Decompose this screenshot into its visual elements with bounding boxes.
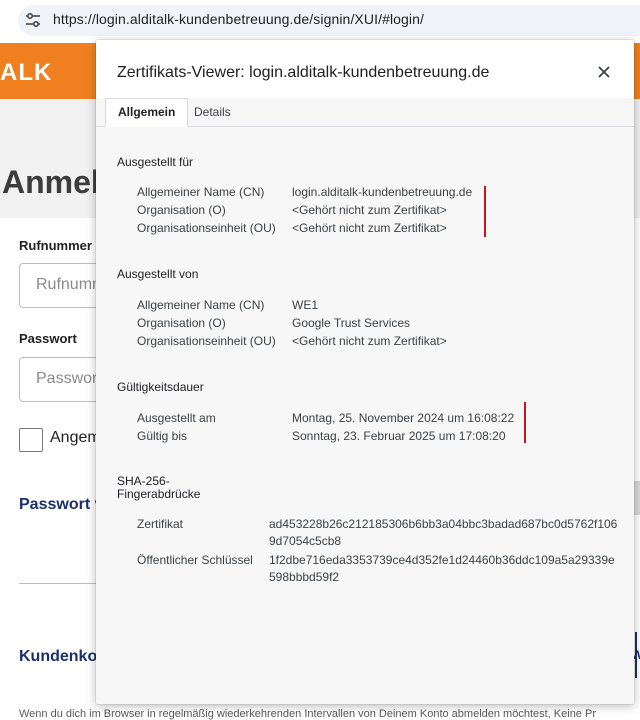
forgot-password-link[interactable]: Passwort v xyxy=(19,496,103,514)
dialog-title: Zertifikats-Viewer: login.alditalk-kunde… xyxy=(117,64,490,81)
bottom-info-text: Wenn du dich im Browser in regelmäßig wi… xyxy=(19,708,596,720)
pubkey-fingerprint-key: Öffentlicher Schlüssel xyxy=(137,553,253,567)
browser-address-bar: https://login.alditalk-kundenbetreuung.d… xyxy=(0,0,640,40)
tab-bar: Allgemein Details xyxy=(96,98,634,127)
issued-by-cn-key: Allgemeiner Name (CN) xyxy=(137,298,265,312)
pubkey-fingerprint-value: 1f2dbe716eda3353739ce4d352fe1d24460b36dd… xyxy=(269,553,615,584)
highlight-mark-issued-to xyxy=(484,186,486,237)
validity-heading: Gültigkeitsdauer xyxy=(117,380,204,394)
fingerprints-heading: SHA-256-Fingerabdrücke xyxy=(117,474,201,501)
issued-by-ou-key: Organisationseinheit (OU) xyxy=(137,334,276,348)
valid-until-key: Gültig bis xyxy=(137,429,188,443)
issued-to-ou-value: <Gehört nicht zum Zertifikat> xyxy=(292,221,447,235)
close-icon[interactable] xyxy=(594,62,614,82)
right-edge-button[interactable] xyxy=(634,481,640,515)
brand-logo-text: ALK xyxy=(0,59,53,86)
issued-by-ou-value: <Gehört nicht zum Zertifikat> xyxy=(292,334,447,348)
issued-by-o-key: Organisation (O) xyxy=(137,316,226,330)
cert-fingerprint-key: Zertifikat xyxy=(137,517,184,531)
password-label: Passwort xyxy=(19,331,77,346)
tab-allgemein[interactable]: Allgemein xyxy=(105,98,189,127)
issued-by-o-value: Google Trust Services xyxy=(292,316,411,330)
issued-to-o-value: <Gehört nicht zum Zertifikat> xyxy=(292,203,447,217)
tab-details[interactable]: Details xyxy=(194,98,231,126)
certificate-viewer-dialog: Zertifikats-Viewer: login.alditalk-kunde… xyxy=(96,40,634,704)
phone-label: Rufnummer xyxy=(19,238,92,253)
customer-account-link[interactable]: Kundenkon xyxy=(19,648,107,666)
issued-by-cn-value: WE1 xyxy=(292,298,319,312)
issued-to-o-key: Organisation (O) xyxy=(137,203,226,217)
url-text[interactable]: https://login.alditalk-kundenbetreuung.d… xyxy=(53,11,424,27)
issued-to-heading: Ausgestellt für xyxy=(117,155,194,169)
highlight-mark-validity xyxy=(524,402,526,443)
issued-to-ou-key: Organisationseinheit (OU) xyxy=(137,221,276,235)
password-placeholder: Passwort xyxy=(36,370,102,387)
site-settings-icon[interactable] xyxy=(24,11,42,29)
cert-fingerprint-value: ad453228b26c212185306b6bb3a04bbc3badad68… xyxy=(269,517,618,548)
remember-checkbox[interactable] xyxy=(19,428,43,452)
issued-on-key: Ausgestellt am xyxy=(137,411,216,425)
issued-by-heading: Ausgestellt von xyxy=(117,267,199,281)
certificate-general-panel: Ausgestellt für Allgemeiner Name (CN) lo… xyxy=(96,127,634,704)
valid-until-value: Sonntag, 23. Februar 2025 um 17:08:20 xyxy=(292,429,506,443)
remember-label: Angem xyxy=(50,429,101,446)
issued-on-value: Montag, 25. November 2024 um 16:08:22 xyxy=(292,411,515,425)
issued-to-cn-value: login.alditalk-kundenbetreuung.de xyxy=(292,185,473,199)
issued-to-cn-key: Allgemeiner Name (CN) xyxy=(137,185,265,199)
